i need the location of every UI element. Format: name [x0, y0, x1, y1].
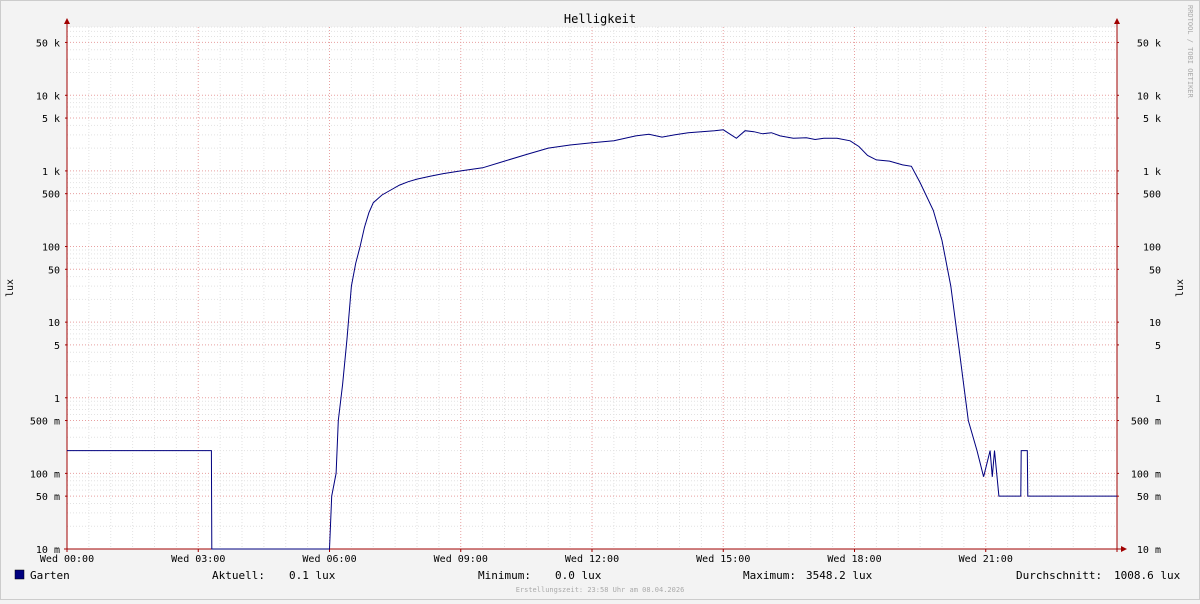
- legend-label-garten: Garten: [30, 569, 70, 582]
- y-tick-label-left: 5: [54, 341, 60, 352]
- x-tick-label: Wed 12:00: [565, 554, 619, 565]
- x-tick-label: Wed 09:00: [434, 554, 488, 565]
- y-tick-label-left: 5 k: [42, 114, 60, 125]
- stat-value: 0.0 lux: [555, 569, 602, 582]
- y-tick-label-right: 10 m: [1137, 545, 1161, 556]
- y-tick-label-right: 50 m: [1137, 492, 1161, 503]
- y-tick-label-left: 50 k: [36, 38, 60, 49]
- x-tick-label: Wed 06:00: [302, 554, 356, 565]
- y-tick-label-right: 50: [1149, 265, 1161, 276]
- stat-label: Aktuell:: [212, 569, 265, 582]
- y-tick-label-left: 100 m: [30, 469, 60, 480]
- y-tick-label-right: 100 m: [1131, 469, 1161, 480]
- y-axis-label-left: lux: [5, 279, 16, 297]
- y-tick-label-left: 500 m: [30, 417, 60, 428]
- y-axis-label-right: lux: [1175, 279, 1186, 297]
- y-tick-label-left: 50: [48, 265, 60, 276]
- x-tick-label: Wed 03:00: [171, 554, 225, 565]
- y-tick-label-right: 10 k: [1137, 91, 1161, 102]
- stat-value: 1008.6 lux: [1114, 569, 1181, 582]
- stat-label: Minimum:: [478, 569, 531, 582]
- brightness-chart: Helligkeit lux lux RRDTOOL / TOBI OETIKE…: [0, 0, 1200, 600]
- y-tick-label-right: 5: [1155, 341, 1161, 352]
- y-tick-label-right: 500 m: [1131, 417, 1161, 428]
- y-tick-label-left: 500: [42, 190, 60, 201]
- y-tick-label-right: 5 k: [1143, 114, 1161, 125]
- legend-swatch-garten: [14, 569, 25, 580]
- y-tick-label-right: 10: [1149, 318, 1161, 329]
- stat-label: Maximum:: [743, 569, 796, 582]
- x-tick-label: Wed 00:00: [40, 554, 94, 565]
- footer-timestamp: Erstellungszeit: 23:58 Uhr am 08.04.2026: [516, 586, 685, 594]
- y-tick-label-left: 1: [54, 394, 60, 405]
- chart-title: Helligkeit: [564, 12, 636, 26]
- y-tick-label-right: 1 k: [1143, 167, 1161, 178]
- y-tick-label-left: 50 m: [36, 492, 60, 503]
- y-tick-label-right: 50 k: [1137, 38, 1161, 49]
- stat-value: 3548.2 lux: [806, 569, 873, 582]
- x-tick-label: Wed 18:00: [827, 554, 881, 565]
- y-tick-label-right: 100: [1143, 243, 1161, 254]
- stat-value: 0.1 lux: [289, 569, 336, 582]
- y-tick-label-right: 1: [1155, 394, 1161, 405]
- stat-label: Durchschnitt:: [1016, 569, 1102, 582]
- y-tick-label-right: 500: [1143, 190, 1161, 201]
- x-tick-label: Wed 15:00: [696, 554, 750, 565]
- chart-container: Helligkeit lux lux RRDTOOL / TOBI OETIKE…: [0, 0, 1200, 600]
- y-tick-label-left: 10: [48, 318, 60, 329]
- watermark: RRDTOOL / TOBI OETIKER: [1186, 5, 1194, 99]
- y-tick-label-left: 1 k: [42, 167, 60, 178]
- y-tick-label-left: 10 k: [36, 91, 60, 102]
- x-tick-label: Wed 21:00: [959, 554, 1013, 565]
- y-tick-label-left: 100: [42, 243, 60, 254]
